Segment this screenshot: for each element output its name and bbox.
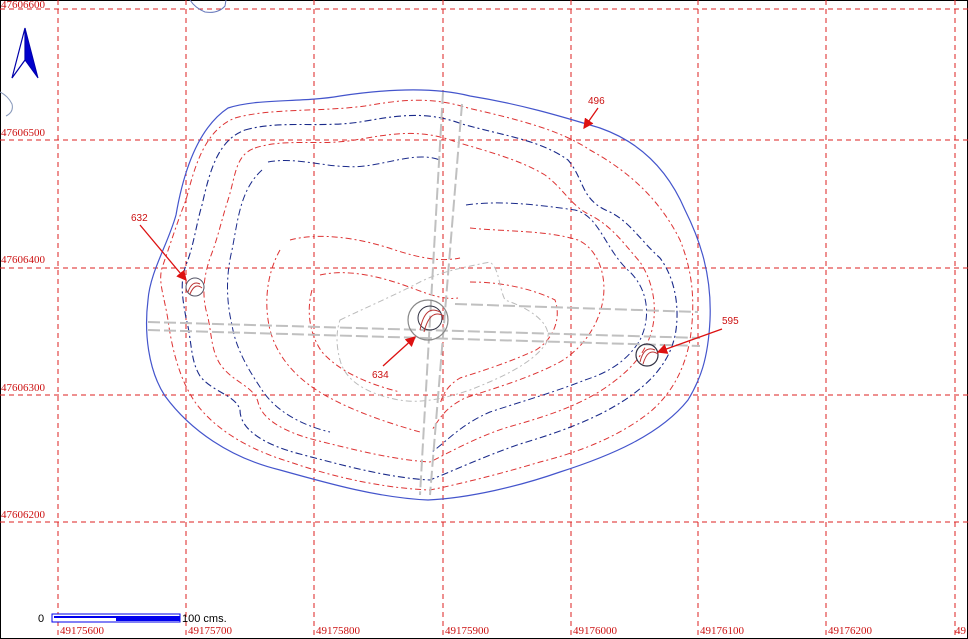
blue-contour	[181, 114, 678, 481]
point-label-632: 632	[131, 213, 148, 224]
y-tick-label: 47606400	[1, 254, 46, 266]
point-label-634: 634	[372, 370, 389, 381]
north-arrow-icon	[11, 27, 39, 79]
x-tick-label: 49175700	[188, 625, 233, 637]
grid-horizontal	[0, 8, 968, 523]
x-tick-label: 49	[955, 625, 967, 637]
x-tick-label: 49176000	[573, 625, 618, 637]
point-632-marker	[185, 277, 205, 297]
x-tick-label: 49175900	[445, 625, 490, 637]
red-contour-outer	[160, 99, 694, 491]
survey-lines	[147, 91, 701, 496]
point-595-marker	[635, 343, 659, 367]
y-tick-label: 47606200	[1, 509, 46, 521]
red-contour-inner	[203, 132, 655, 463]
y-tick-label: 47606600	[1, 0, 46, 11]
map-frame	[0, 0, 968, 639]
y-tick-label: 47606500	[1, 127, 46, 139]
edge-fragment-top	[189, 0, 227, 13]
grid-vertical	[57, 0, 956, 639]
contour-map[interactable]: 496 632 634 595 47606600 47606500 476064…	[0, 0, 968, 639]
outer-contour	[146, 89, 711, 501]
x-tick-label: 49175800	[316, 625, 361, 637]
scale-bar	[51, 613, 181, 623]
x-tick-label: 49176200	[828, 625, 873, 637]
x-tick-label: 49175600	[60, 625, 105, 637]
point-label-595: 595	[722, 316, 739, 327]
red-contour-core-1	[266, 227, 605, 433]
edge-fragment-left	[0, 91, 13, 117]
x-tick-label: 49176100	[700, 625, 745, 637]
point-label-496: 496	[588, 96, 605, 107]
y-tick-label: 47606300	[1, 382, 46, 394]
point-634-marker	[407, 299, 449, 341]
leader-arrows	[139, 107, 723, 367]
scale-start-label: 0	[38, 613, 44, 625]
map-view[interactable]: 496 632 634 595 47606600 47606500 476064…	[0, 0, 968, 639]
scale-end-label: 100 cms.	[182, 613, 227, 625]
